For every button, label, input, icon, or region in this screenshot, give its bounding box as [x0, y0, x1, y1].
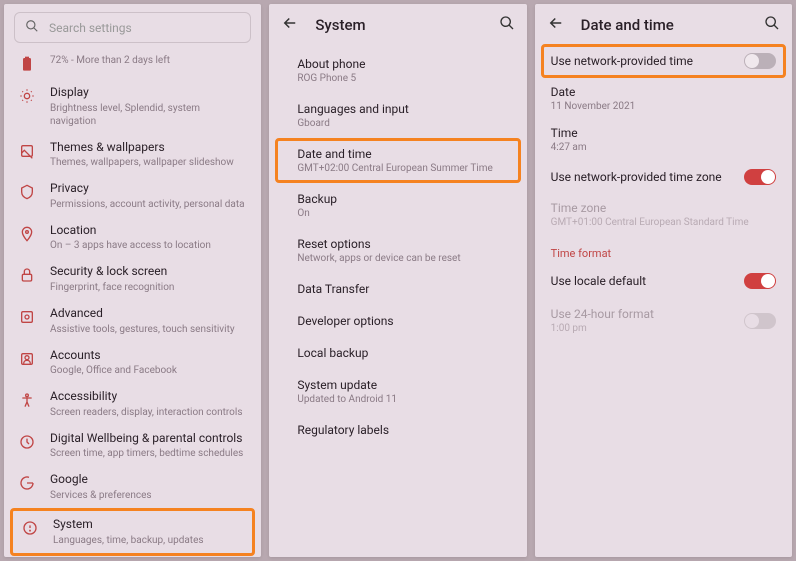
- network-timezone-row[interactable]: Use network-provided time zone: [541, 160, 786, 194]
- system-list: About phoneROG Phone 5 Languages and inp…: [269, 44, 526, 450]
- settings-item-wellbeing[interactable]: Digital Wellbeing & parental controlsScr…: [10, 425, 255, 467]
- network-timezone-toggle[interactable]: [744, 169, 776, 185]
- search-placeholder: Search settings: [49, 21, 132, 35]
- system-item-localbackup[interactable]: Local backup: [275, 337, 520, 369]
- settings-panel: Search settings 72% - More than 2 days l…: [4, 4, 261, 557]
- settings-item-accessibility[interactable]: AccessibilityScreen readers, display, in…: [10, 383, 255, 425]
- themes-icon: [18, 142, 36, 160]
- network-time-toggle[interactable]: [744, 53, 776, 69]
- location-icon: [18, 225, 36, 243]
- system-item-update[interactable]: System updateUpdated to Android 11: [275, 369, 520, 414]
- settings-item-themes[interactable]: Themes & wallpapersThemes, wallpapers, w…: [10, 134, 255, 176]
- system-item-about[interactable]: About phoneROG Phone 5: [275, 48, 520, 93]
- settings-item-security[interactable]: Security & lock screenFingerprint, face …: [10, 258, 255, 300]
- battery-icon: [18, 55, 36, 73]
- network-time-row[interactable]: Use network-provided time: [541, 44, 786, 78]
- locale-default-toggle[interactable]: [744, 273, 776, 289]
- system-panel: System About phoneROG Phone 5 Languages …: [269, 4, 526, 557]
- system-item-backup[interactable]: BackupOn: [275, 183, 520, 228]
- system-header: System: [269, 4, 526, 44]
- locale-default-row[interactable]: Use locale default: [541, 264, 786, 298]
- system-item-datetime[interactable]: Date and timeGMT+02:00 Central European …: [275, 138, 520, 183]
- settings-item-display[interactable]: DisplayBrightness level, Splendid, syste…: [10, 79, 255, 134]
- settings-item-privacy[interactable]: PrivacyPermissions, account activity, pe…: [10, 175, 255, 217]
- settings-item-google[interactable]: GoogleServices & preferences: [10, 466, 255, 508]
- datetime-content: Use network-provided time Date 11 Novemb…: [535, 44, 792, 343]
- time-format-section: Time format: [541, 235, 786, 264]
- system-item-reset[interactable]: Reset optionsNetwork, apps or device can…: [275, 228, 520, 273]
- time-row[interactable]: Time 4:27 am: [541, 119, 786, 160]
- lock-icon: [18, 266, 36, 284]
- search-icon[interactable]: [499, 15, 515, 35]
- settings-item-support[interactable]: SupportFAQ, ZenTalk, MyASUS: [10, 556, 255, 557]
- use24-row: Use 24-hour format 1:00 pm: [541, 298, 786, 343]
- system-item-datatransfer[interactable]: Data Transfer: [275, 273, 520, 305]
- system-item-developer[interactable]: Developer options: [275, 305, 520, 337]
- accounts-icon: [18, 350, 36, 368]
- back-icon[interactable]: [281, 14, 299, 36]
- accessibility-icon: [18, 391, 36, 409]
- datetime-title: Date and time: [581, 16, 764, 34]
- search-icon[interactable]: [764, 15, 780, 35]
- settings-item-battery[interactable]: 72% - More than 2 days left: [10, 47, 255, 79]
- system-title: System: [315, 16, 498, 34]
- timezone-row: Time zone GMT+01:00 Central European Sta…: [541, 194, 786, 235]
- date-row[interactable]: Date 11 November 2021: [541, 78, 786, 119]
- privacy-icon: [18, 183, 36, 201]
- google-icon: [18, 474, 36, 492]
- settings-item-advanced[interactable]: AdvancedAssistive tools, gestures, touch…: [10, 300, 255, 342]
- search-bar[interactable]: Search settings: [14, 12, 251, 43]
- system-item-regulatory[interactable]: Regulatory labels: [275, 414, 520, 446]
- wellbeing-icon: [18, 433, 36, 451]
- settings-item-system[interactable]: SystemLanguages, time, backup, updates: [10, 508, 255, 556]
- settings-item-accounts[interactable]: AccountsGoogle, Office and Facebook: [10, 342, 255, 384]
- datetime-header: Date and time: [535, 4, 792, 44]
- back-icon[interactable]: [547, 14, 565, 36]
- system-item-languages[interactable]: Languages and inputGboard: [275, 93, 520, 138]
- advanced-icon: [18, 308, 36, 326]
- datetime-panel: Date and time Use network-provided time …: [535, 4, 792, 557]
- search-icon: [25, 18, 39, 37]
- use24-toggle: [744, 313, 776, 329]
- settings-item-location[interactable]: LocationOn – 3 apps have access to locat…: [10, 217, 255, 259]
- display-icon: [18, 87, 36, 105]
- system-icon: [21, 519, 39, 537]
- settings-list: 72% - More than 2 days left DisplayBrigh…: [4, 47, 261, 557]
